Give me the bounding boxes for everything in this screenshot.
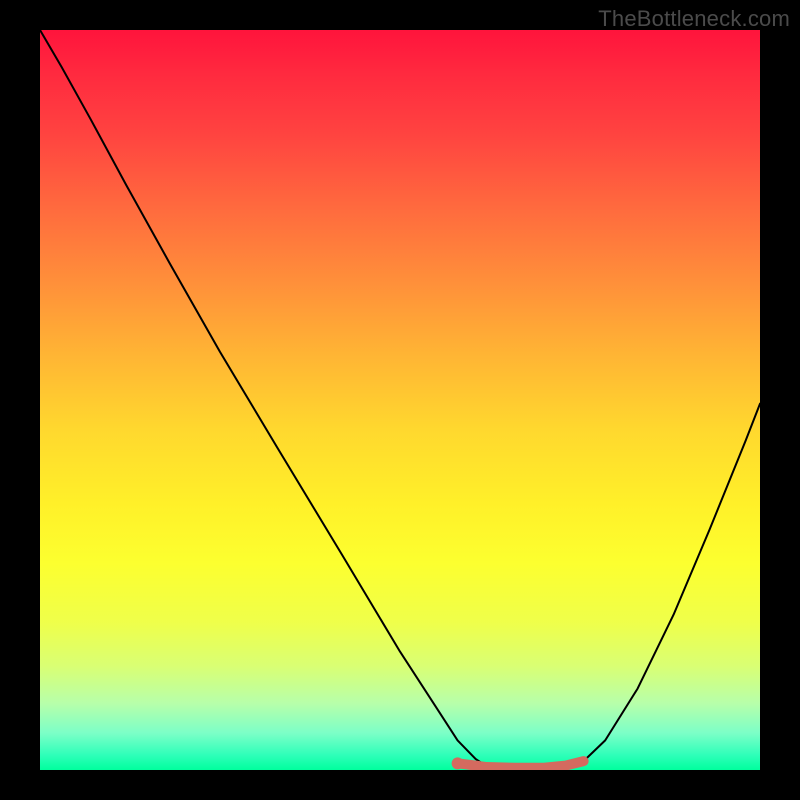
curve-layer — [40, 30, 760, 770]
optimal-start-dot — [452, 757, 464, 769]
optimal-zone — [458, 761, 584, 768]
bottleneck-curve — [40, 30, 760, 769]
plot-area — [40, 30, 760, 770]
chart-stage: TheBottleneck.com — [0, 0, 800, 800]
watermark-text: TheBottleneck.com — [598, 6, 790, 32]
